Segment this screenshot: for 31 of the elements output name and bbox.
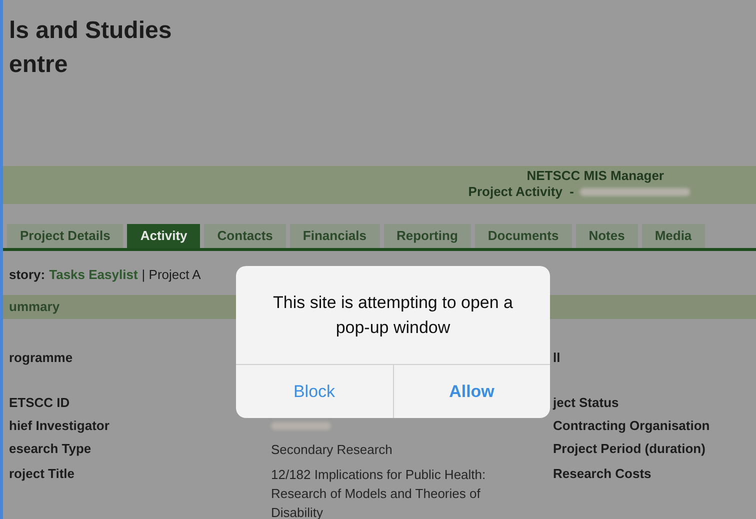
- field-label: ETSCC ID: [8, 394, 71, 410]
- tab[interactable]: Notes: [576, 224, 638, 248]
- field-value: 12/182 Implications for Public Health: Research of Models and Theories of Disability: [271, 466, 487, 519]
- breadcrumb-label: story:: [9, 266, 46, 284]
- field-label: rogramme: [8, 348, 74, 366]
- tab[interactable]: Documents: [474, 224, 572, 248]
- page-label: Project Activity -: [468, 184, 574, 200]
- field-label: esearch Type: [8, 440, 92, 458]
- field-label: Research Costs: [552, 464, 652, 482]
- dialog-button[interactable]: Block: [236, 365, 392, 418]
- tab[interactable]: Project Details: [7, 224, 124, 248]
- field-label: Project Period (duration): [552, 440, 706, 458]
- tab[interactable]: Media: [642, 224, 705, 248]
- field-label: ject Status: [552, 394, 619, 410]
- breadcrumb-link[interactable]: Tasks Easylist: [49, 265, 138, 284]
- field-label: hief Investigator: [8, 416, 110, 434]
- breadcrumb-text: | Project A: [142, 266, 201, 284]
- dialog-button[interactable]: Allow: [392, 365, 550, 418]
- tab[interactable]: Reporting: [384, 224, 471, 248]
- tab[interactable]: Activity: [127, 224, 200, 248]
- field-value: Secondary Research: [271, 440, 394, 458]
- site-title: ls and Studies: [9, 16, 172, 46]
- field-label: Contracting Organisation: [552, 416, 710, 434]
- dialog-message: This site is attempting to open a pop-up window: [272, 292, 514, 339]
- app-name: NETSCC MIS Manager: [526, 168, 664, 184]
- tab[interactable]: Contacts: [204, 224, 286, 248]
- tab[interactable]: Financials: [290, 224, 380, 248]
- field-label: ll: [552, 348, 560, 366]
- site-title: entre: [9, 50, 68, 80]
- field-label: roject Title: [8, 464, 76, 483]
- section-title: ummary: [9, 298, 60, 316]
